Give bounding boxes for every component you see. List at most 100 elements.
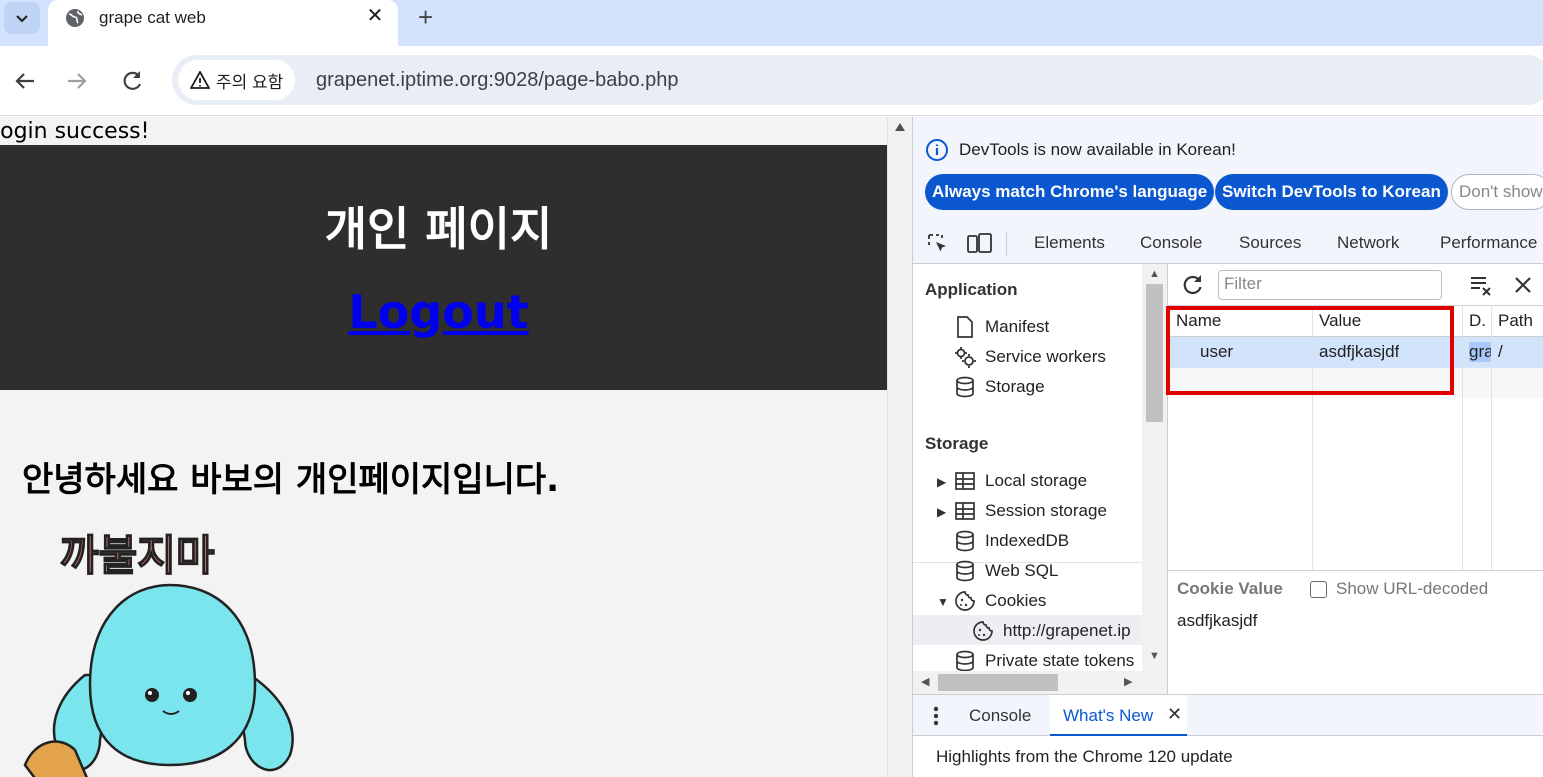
browser-toolbar: 주의 요함 grapenet.iptime.org:9028/page-babo… — [0, 46, 1543, 116]
cookie-domain-cell: gra — [1469, 342, 1491, 362]
drawer-tab-whats-new-label: What's New — [1063, 706, 1154, 725]
cookie-value-viewer: Cookie Value Show URL-decoded asdfjkasjd… — [1168, 570, 1543, 694]
cookie-table-pane: Filter Name Value D. Path user asdfjkasj… — [1166, 264, 1543, 694]
refresh-icon[interactable] — [1179, 272, 1205, 298]
sidebar-item-service-workers[interactable]: Service workers — [985, 347, 1106, 367]
horizontal-scroll-thumb[interactable] — [938, 674, 1058, 691]
warning-icon — [190, 71, 210, 89]
show-url-decoded-checkbox[interactable] — [1310, 581, 1327, 598]
inspect-element-icon[interactable] — [926, 232, 950, 256]
close-icon[interactable]: ✕ — [1167, 704, 1182, 725]
cookie-icon — [973, 621, 993, 641]
angry-puppy-sticker-image: 까불지마 — [23, 530, 294, 777]
url-text[interactable]: grapenet.iptime.org:9028/page-babo.php — [316, 69, 679, 92]
highlight-annotation-box — [1166, 306, 1454, 395]
scroll-left-arrow-icon[interactable]: ◀ — [921, 675, 929, 688]
sidebar-item-local-storage[interactable]: Local storage — [985, 471, 1087, 491]
page-header: 개인 페이지 Logout — [0, 145, 887, 390]
application-sidebar: Application Manifest Service workers Sto… — [913, 264, 1167, 694]
devtools-panel: DevTools is now available in Korean! Alw… — [912, 117, 1543, 777]
column-header-domain[interactable]: D. — [1469, 311, 1486, 331]
greeting-heading: 안녕하세요 바보의 개인페이지입니다. — [22, 460, 560, 500]
back-arrow-icon[interactable] — [10, 66, 40, 96]
gears-icon — [955, 347, 976, 368]
sidebar-item-storage[interactable]: Storage — [985, 377, 1045, 397]
show-url-decoded-label[interactable]: Show URL-decoded — [1336, 579, 1488, 599]
whats-new-content: Highlights from the Chrome 120 update — [913, 736, 1543, 777]
reload-icon[interactable] — [117, 66, 147, 96]
scroll-up-arrow-icon[interactable] — [895, 123, 905, 131]
switch-to-korean-button[interactable]: Switch DevTools to Korean — [1215, 174, 1448, 210]
device-toolbar-icon[interactable] — [967, 232, 993, 256]
sticker-text: 까불지마 — [60, 531, 215, 580]
storage-heading: Storage — [925, 434, 989, 453]
cookie-value-text: asdfjkasjdf — [1177, 611, 1258, 630]
sidebar-item-web-sql[interactable]: Web SQL — [985, 561, 1058, 581]
dont-show-button[interactable]: Don't show — [1451, 174, 1543, 210]
logout-link[interactable]: Logout — [0, 285, 877, 339]
database-icon — [956, 650, 974, 672]
scroll-down-arrow-icon[interactable]: ▼ — [1149, 650, 1160, 662]
info-icon — [926, 139, 948, 161]
tab-strip: grape cat web ✕ + — [0, 0, 1543, 46]
cookie-value-label: Cookie Value — [1177, 579, 1283, 598]
tab-elements[interactable]: Elements — [1034, 233, 1105, 253]
forward-arrow-icon[interactable] — [62, 66, 92, 96]
collapse-arrow-icon[interactable]: ▼ — [937, 595, 949, 609]
new-tab-button[interactable]: + — [418, 4, 433, 30]
sidebar-horizontal-scrollbar[interactable]: ◀ ▶ — [913, 671, 1142, 694]
tab-close-button[interactable]: ✕ — [364, 5, 386, 27]
table-icon — [955, 472, 975, 490]
language-notice-text: DevTools is now available in Korean! — [959, 140, 1236, 159]
database-icon — [956, 560, 974, 582]
whats-new-headline: Highlights from the Chrome 120 update — [936, 747, 1233, 766]
clear-all-icon[interactable] — [1468, 272, 1494, 298]
drawer-tab-whats-new[interactable]: What's New ✕ — [1050, 695, 1187, 736]
application-heading: Application — [925, 280, 1018, 299]
tab-search-button[interactable] — [4, 2, 40, 34]
sidebar-item-indexeddb[interactable]: IndexedDB — [985, 531, 1069, 551]
page-title: 개인 페이지 — [324, 202, 553, 256]
security-chip[interactable]: 주의 요함 — [178, 60, 296, 100]
page-scrollbar[interactable] — [887, 117, 912, 777]
database-icon — [956, 530, 974, 552]
expand-arrow-icon[interactable]: ▶ — [937, 475, 946, 489]
security-chip-label: 주의 요함 — [216, 72, 284, 92]
vertical-scroll-thumb[interactable] — [1146, 284, 1163, 422]
column-divider — [1462, 305, 1463, 570]
sidebar-item-cookies[interactable]: Cookies — [985, 591, 1046, 611]
scroll-right-arrow-icon[interactable]: ▶ — [1124, 675, 1132, 688]
tab-sources[interactable]: Sources — [1239, 233, 1301, 253]
toolbar-divider — [1006, 232, 1007, 256]
table-icon — [955, 502, 975, 520]
drawer-tab-console[interactable]: Console — [969, 706, 1031, 726]
file-icon — [957, 316, 973, 338]
column-header-path[interactable]: Path — [1498, 311, 1533, 331]
address-bar[interactable]: 주의 요함 grapenet.iptime.org:9028/page-babo… — [172, 55, 1543, 105]
chevron-down-icon — [16, 15, 28, 23]
login-status-text: login success! — [0, 119, 150, 144]
column-divider — [1491, 305, 1492, 570]
sidebar-item-manifest[interactable]: Manifest — [985, 317, 1049, 337]
sidebar-item-cookie-origin[interactable]: http://grapenet.ip — [1003, 621, 1142, 641]
more-options-icon[interactable] — [933, 706, 939, 726]
globe-icon — [66, 9, 84, 27]
expand-arrow-icon[interactable]: ▶ — [937, 505, 946, 519]
always-match-language-button[interactable]: Always match Chrome's language — [925, 174, 1215, 210]
close-icon[interactable] — [1512, 274, 1534, 296]
sidebar-vertical-scrollbar[interactable]: ▲ ▼ — [1142, 264, 1167, 694]
drawer-tab-bar: Console What's New ✕ — [913, 694, 1543, 736]
web-page-viewport: login success! 개인 페이지 Logout 안녕하세요 바보의 개… — [0, 117, 887, 777]
tab-network[interactable]: Network — [1337, 233, 1399, 253]
scroll-up-arrow-icon[interactable]: ▲ — [1149, 268, 1160, 280]
cookie-filter-input[interactable]: Filter — [1218, 270, 1442, 300]
browser-tab[interactable]: grape cat web ✕ — [48, 0, 398, 46]
cookie-path-cell: / — [1498, 342, 1503, 361]
tab-console[interactable]: Console — [1140, 233, 1202, 253]
sidebar-item-session-storage[interactable]: Session storage — [985, 501, 1107, 521]
sidebar-item-private-state-tokens[interactable]: Private state tokens — [985, 651, 1142, 671]
database-icon — [956, 376, 974, 398]
devtools-main-tabs: Elements Console Sources Network Perform… — [913, 223, 1543, 264]
tab-performance[interactable]: Performance — [1440, 233, 1537, 253]
language-notice-bar: DevTools is now available in Korean! Alw… — [913, 117, 1543, 223]
